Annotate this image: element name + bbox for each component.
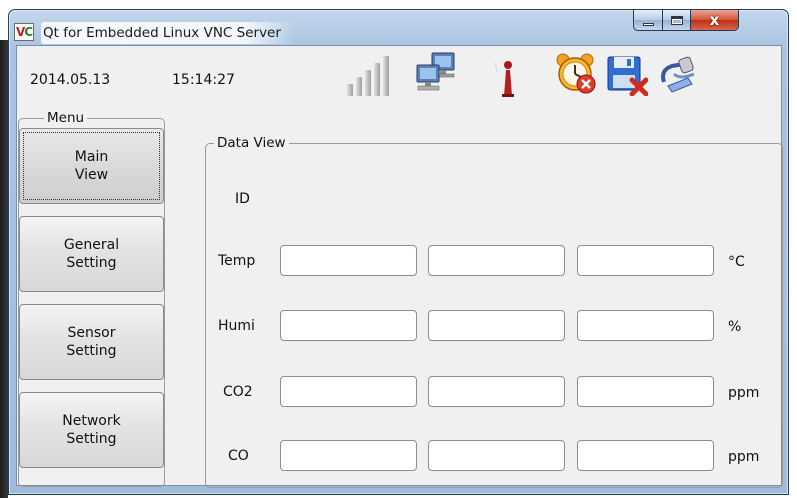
- maximize-icon: [670, 15, 683, 25]
- temp-unit: °C: [728, 254, 745, 270]
- humi-label: Humi: [218, 318, 255, 334]
- maximize-button[interactable]: [662, 10, 691, 31]
- temp-field-3[interactable]: [577, 245, 714, 276]
- network-setting-label: Network Setting: [62, 413, 121, 447]
- humi-field-1[interactable]: [280, 310, 417, 341]
- temp-field-2[interactable]: [428, 245, 565, 276]
- co-unit: ppm: [728, 449, 760, 465]
- network-computers-icon: [416, 52, 455, 91]
- sensor-setting-button[interactable]: Sensor Setting: [19, 304, 164, 380]
- minimize-icon: [642, 22, 654, 26]
- sensor-setting-label: Sensor Setting: [66, 325, 117, 359]
- co2-unit: ppm: [728, 385, 760, 401]
- date-display: 2014.05.13: [30, 72, 111, 88]
- data-view-group: Data View ID Temp °C Humi % CO2 ppm CO p…: [205, 134, 783, 488]
- main-view-button[interactable]: Main View: [19, 128, 164, 204]
- client-area: 2014.05.13 15:14:27 Menu Main View Gener…: [16, 45, 783, 488]
- co-label: CO: [228, 448, 249, 464]
- close-button[interactable]: x: [690, 10, 739, 31]
- menu-group: Menu Main View General Setting Sensor Se…: [18, 109, 165, 487]
- network-setting-button[interactable]: Network Setting: [19, 392, 164, 468]
- co2-label: CO2: [223, 384, 253, 400]
- humi-field-2[interactable]: [428, 310, 565, 341]
- id-label: ID: [235, 191, 250, 207]
- app-window: VC Qt for Embedded Linux VNC Server x 20…: [8, 9, 789, 495]
- window-title: Qt for Embedded Linux VNC Server: [41, 22, 295, 44]
- co-field-2[interactable]: [428, 440, 565, 471]
- humi-field-3[interactable]: [577, 310, 714, 341]
- close-icon: x: [709, 10, 720, 29]
- antenna-icon: [495, 61, 514, 97]
- co-field-3[interactable]: [577, 440, 714, 471]
- co2-field-2[interactable]: [428, 376, 565, 407]
- temp-label: Temp: [218, 253, 256, 269]
- menu-group-title: Menu: [44, 109, 88, 127]
- co2-field-1[interactable]: [280, 376, 417, 407]
- data-view-title: Data View: [214, 134, 289, 152]
- humi-unit: %: [728, 319, 742, 335]
- minimize-button[interactable]: [633, 10, 663, 31]
- time-display: 15:14:27: [172, 72, 235, 88]
- temp-field-1[interactable]: [280, 245, 417, 276]
- general-setting-button[interactable]: General Setting: [19, 216, 164, 292]
- plug-connection-icon: [661, 56, 695, 93]
- general-setting-label: General Setting: [63, 237, 120, 271]
- co2-field-3[interactable]: [577, 376, 714, 407]
- background-window-edge: [0, 40, 8, 498]
- focus-rectangle: [23, 132, 160, 200]
- alarm-clock-disabled-icon: [556, 53, 596, 94]
- signal-strength-icon: [347, 54, 393, 96]
- co-field-1[interactable]: [280, 440, 417, 471]
- vnc-app-icon[interactable]: VC: [14, 23, 34, 41]
- save-error-icon: [607, 56, 648, 96]
